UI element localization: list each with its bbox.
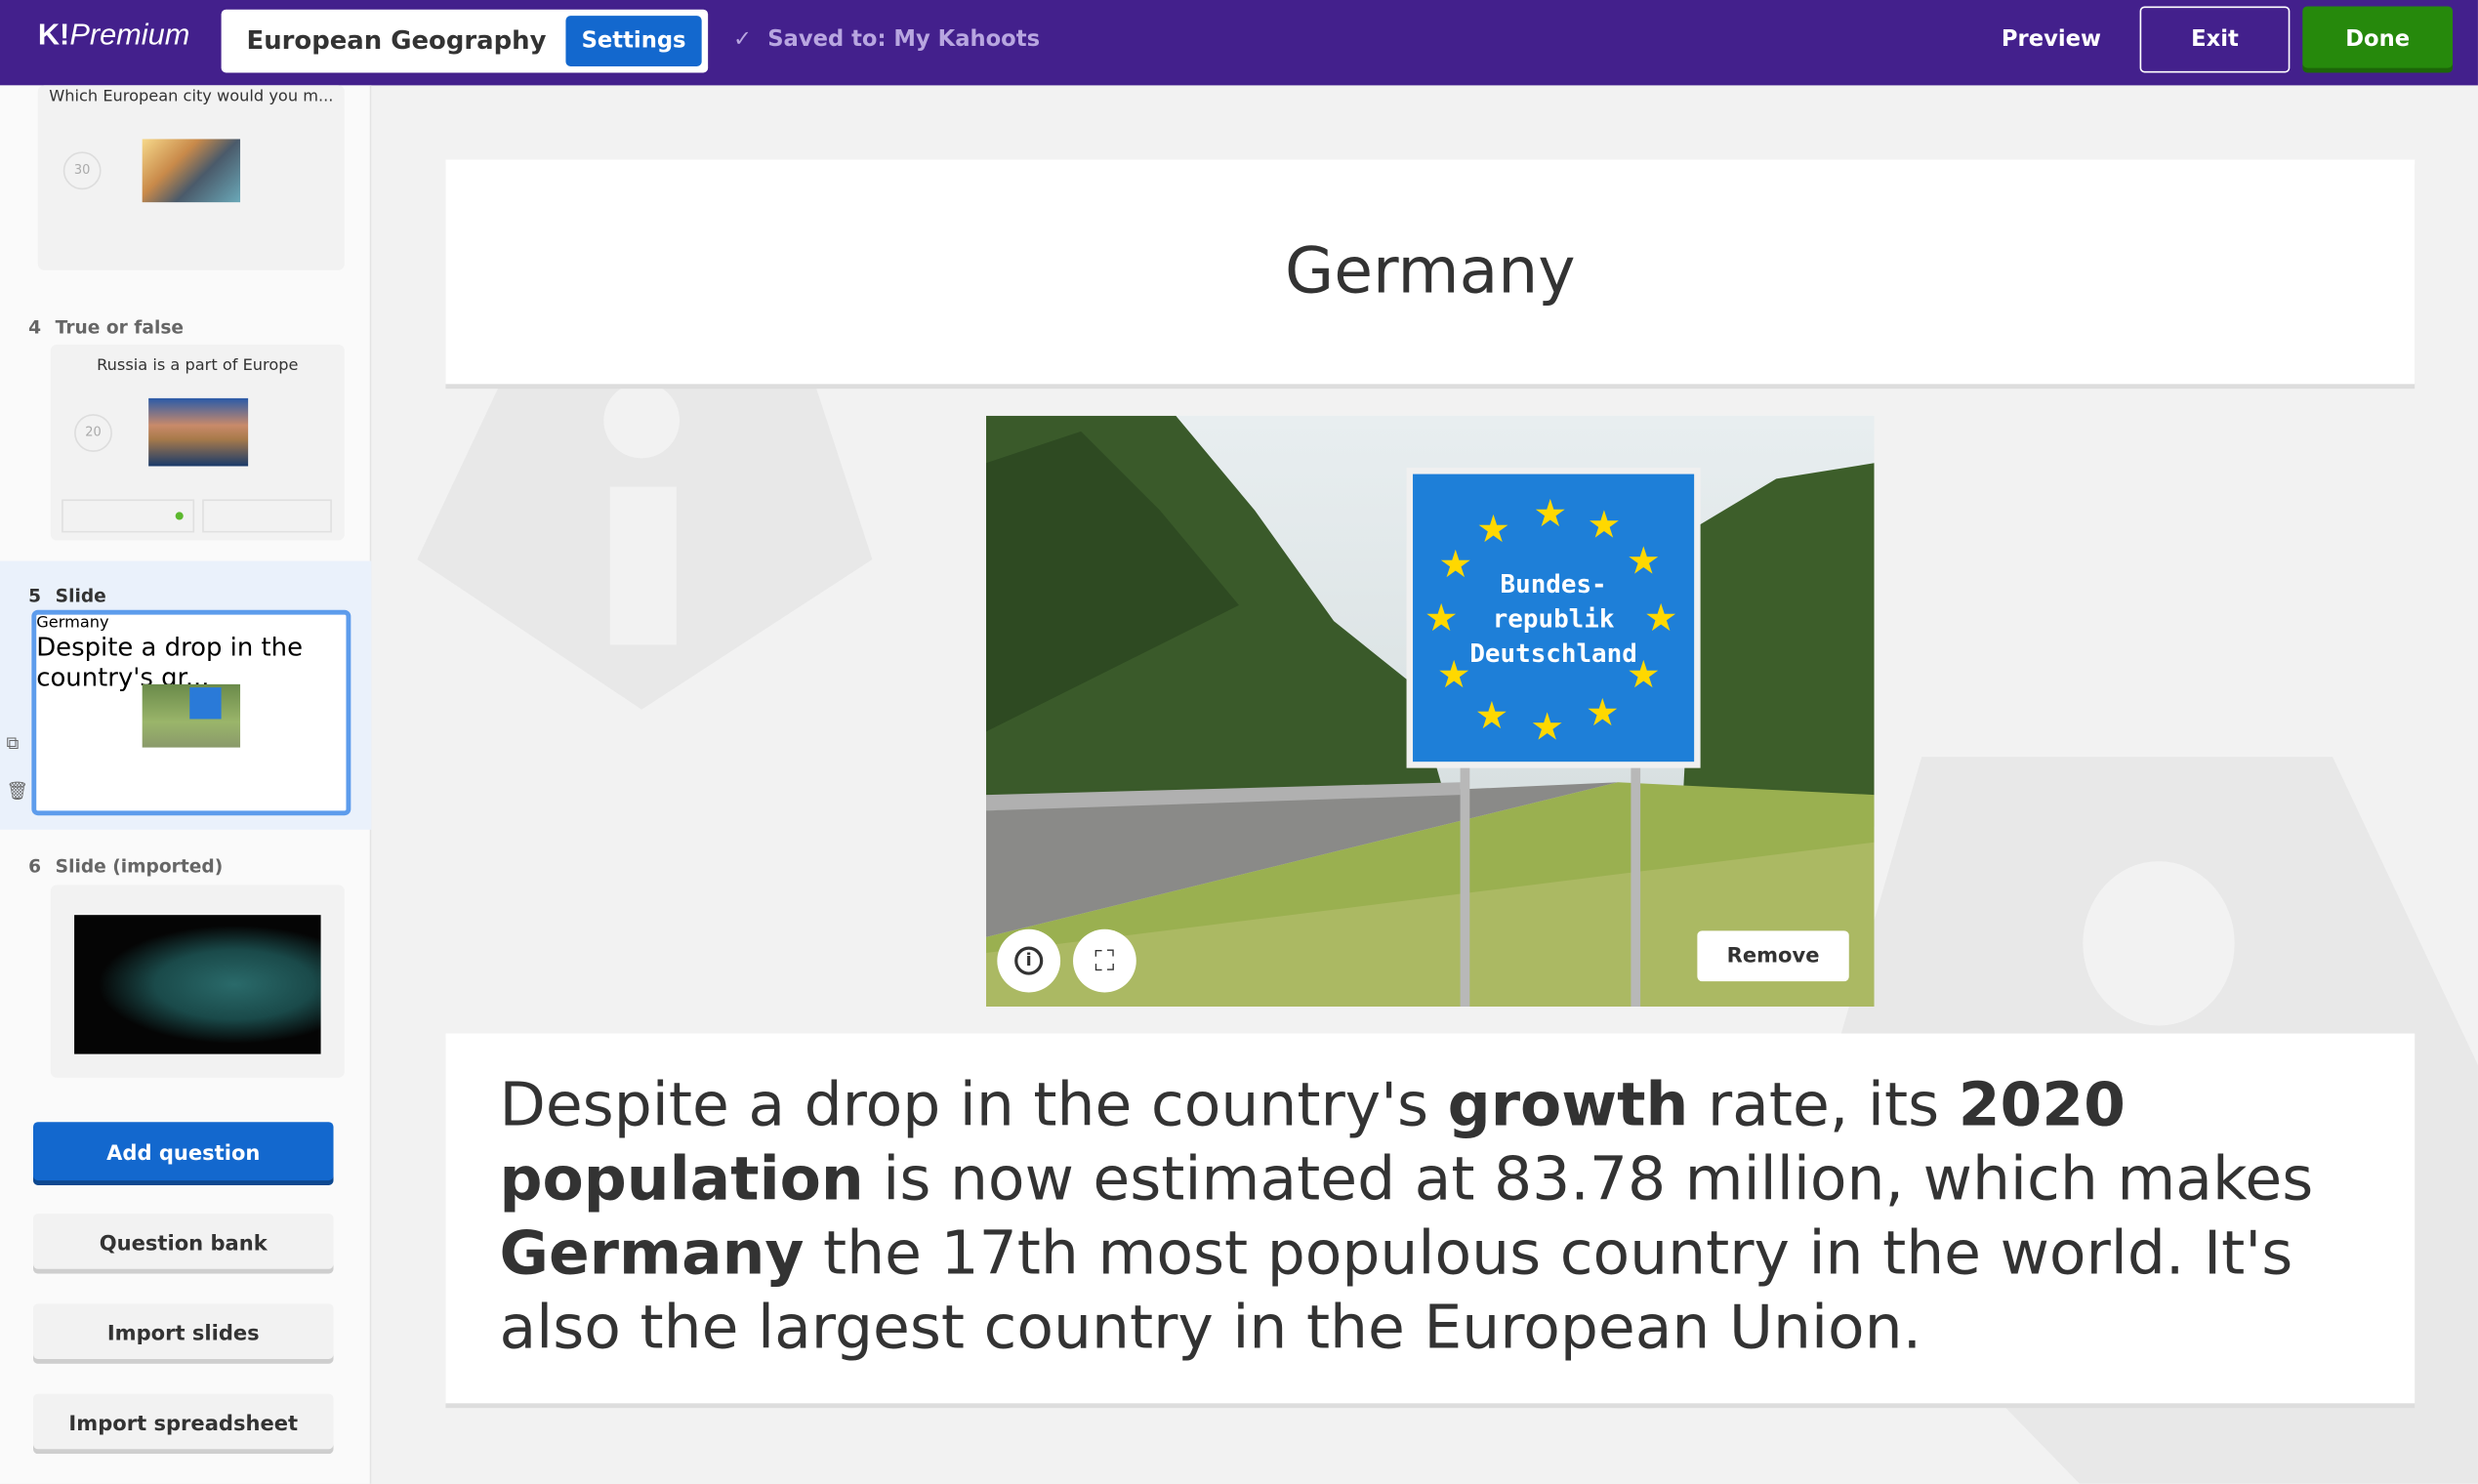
svg-text:★: ★	[1533, 492, 1567, 536]
question-list-sidebar: Which European city would you m... 30 4T…	[0, 85, 372, 1484]
remove-image-button[interactable]: Remove	[1697, 930, 1849, 982]
slide-title: Germany	[36, 614, 109, 633]
correct-indicator	[175, 512, 184, 520]
slide-thumbnail	[74, 915, 321, 1054]
check-icon: ✓	[733, 26, 753, 53]
question-card-4[interactable]: Russia is a part of Europe 20	[50, 344, 345, 541]
time-limit-badge: 30	[62, 151, 102, 190]
top-bar: K!Premium European Geography Settings ✓ S…	[0, 0, 2478, 86]
question-thumbnail	[142, 139, 241, 203]
question-text: Russia is a part of Europe	[97, 356, 299, 375]
slide-body-preview: Despite a drop in the country's gr...	[36, 632, 304, 692]
kahoot-title[interactable]: European Geography	[247, 25, 547, 56]
text-run: Despite a drop in the country's	[499, 1069, 1448, 1140]
done-button[interactable]: Done	[2302, 6, 2454, 73]
slide-image[interactable]: ★ ★ ★ ★ ★ ★ ★ ★ ★ ★ ★ ★ Bundes-republik Deutschla…	[986, 415, 1875, 1008]
crop-icon: ⛶	[1094, 944, 1115, 978]
question-type-label: 5 Slide	[28, 584, 106, 607]
svg-text:★: ★	[1587, 503, 1621, 547]
svg-text:★: ★	[1475, 694, 1509, 738]
save-status: ✓ Saved to: My Kahoots	[733, 26, 1041, 53]
app: K!Premium European Geography Settings ✓ S…	[0, 0, 2478, 1484]
sign-text: Bundes-republik Deutschland	[1469, 568, 1637, 669]
answer-false	[202, 499, 332, 533]
question-type-label: 6 Slide (imported)	[28, 854, 224, 878]
question-text: Which European city would you m...	[49, 88, 334, 106]
import-spreadsheet-button[interactable]: Import spreadsheet	[32, 1393, 334, 1455]
image-crop-button[interactable]: ⛶	[1073, 928, 1136, 993]
question-card-3[interactable]: Which European city would you m... 30	[37, 85, 345, 270]
answer-true	[62, 499, 195, 533]
import-slides-button[interactable]: Import slides	[32, 1303, 334, 1364]
bold-text: Germany	[499, 1217, 805, 1289]
time-limit-badge: 20	[74, 414, 112, 452]
kahoot-title-field[interactable]: European Geography Settings	[221, 9, 709, 73]
bold-text: growth	[1447, 1069, 1689, 1140]
slide-card-6[interactable]	[50, 885, 345, 1078]
preview-button[interactable]: Preview	[1988, 6, 2114, 72]
image-info-button[interactable]: i	[997, 928, 1061, 993]
info-icon: i	[1014, 946, 1044, 975]
slide-card-5[interactable]: Germany Despite a drop in the country's …	[31, 609, 351, 816]
add-question-button[interactable]: Add question	[32, 1122, 334, 1185]
duplicate-icon[interactable]: ⧉	[6, 733, 19, 756]
question-thumbnail	[148, 397, 249, 467]
slide-editor: Germany ★ ★ ★ ★ ★ ★ ★ ★ ★ ★ ★ ★ Bundes-r…	[373, 85, 2478, 1484]
svg-text:★: ★	[1425, 597, 1459, 640]
border-sign-photo: ★ ★★★ ★★★★ ★★★★	[986, 415, 1875, 1008]
text-run: is now estimated at 83.78 million, which…	[863, 1143, 2314, 1215]
slide-thumbnail	[142, 683, 241, 748]
exit-button[interactable]: Exit	[2139, 6, 2291, 73]
trash-icon[interactable]: 🗑	[6, 781, 28, 802]
svg-text:★: ★	[1644, 597, 1678, 640]
question-type-label: 4 True or false	[28, 315, 185, 339]
svg-text:★: ★	[1586, 691, 1620, 735]
svg-text:★: ★	[1476, 508, 1510, 552]
settings-button[interactable]: Settings	[565, 16, 702, 66]
question-bank-button[interactable]: Question bank	[32, 1214, 334, 1274]
text-run: rate, its	[1688, 1069, 1959, 1140]
slide-title[interactable]: Germany	[445, 159, 2416, 385]
svg-text:★: ★	[1530, 706, 1564, 750]
kahoot-premium-logo[interactable]: K!Premium	[38, 19, 190, 54]
slide-body-text[interactable]: Despite a drop in the country's growth r…	[445, 1033, 2416, 1404]
